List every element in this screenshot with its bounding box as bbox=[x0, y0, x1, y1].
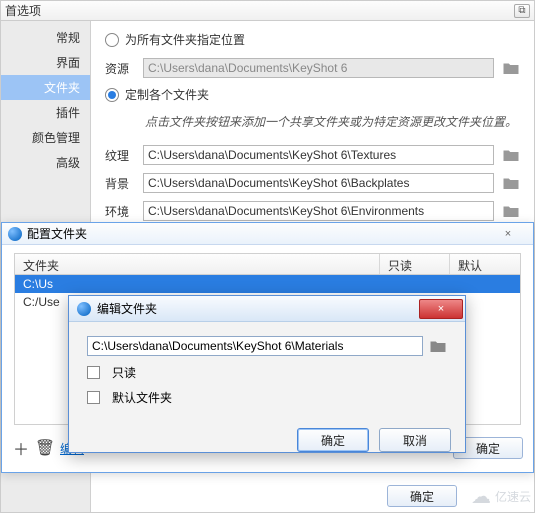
env-path[interactable] bbox=[143, 201, 494, 221]
folder-icon[interactable] bbox=[502, 147, 520, 163]
config-title: 配置文件夹 bbox=[27, 225, 87, 242]
sidebar-item-folders[interactable]: 文件夹 bbox=[1, 75, 90, 100]
background-label: 背景 bbox=[105, 175, 135, 192]
trash-icon[interactable]: 🗑 bbox=[36, 439, 54, 457]
sidebar-item-color[interactable]: 颜色管理 bbox=[1, 125, 90, 150]
sidebar-item-interface[interactable]: 界面 bbox=[1, 50, 90, 75]
folder-icon[interactable] bbox=[429, 338, 447, 354]
edit-folder-dialog: 编辑文件夹 × 只读 默认文件夹 确定 取消 bbox=[68, 295, 466, 453]
default-checkbox[interactable] bbox=[87, 391, 100, 404]
edit-ok-button[interactable]: 确定 bbox=[297, 428, 369, 452]
folder-list-header: 文件夹 只读 默认 bbox=[14, 253, 521, 275]
sidebar-item-general[interactable]: 常规 bbox=[1, 25, 90, 50]
radio-custom-label: 定制各个文件夹 bbox=[125, 86, 209, 103]
app-icon bbox=[77, 302, 91, 316]
edit-cancel-button[interactable]: 取消 bbox=[379, 428, 451, 452]
folder-icon[interactable] bbox=[502, 203, 520, 219]
radio-custom-folders[interactable] bbox=[105, 88, 119, 102]
list-item[interactable]: C:\Us bbox=[15, 275, 520, 293]
sidebar-item-plugins[interactable]: 插件 bbox=[1, 100, 90, 125]
edit-title-bar[interactable]: 编辑文件夹 × bbox=[69, 296, 465, 322]
radio-all-folders[interactable] bbox=[105, 33, 119, 47]
custom-hint: 点击文件夹按钮来添加一个共享文件夹或为特定资源更改文件夹位置。 bbox=[145, 113, 520, 131]
config-title-bar: 配置文件夹 × bbox=[2, 223, 533, 245]
radio-all-label: 为所有文件夹指定位置 bbox=[125, 31, 245, 48]
sidebar-item-advanced[interactable]: 高级 bbox=[1, 150, 90, 175]
add-icon[interactable]: ＋ bbox=[12, 439, 30, 457]
texture-label: 纹理 bbox=[105, 147, 135, 164]
resource-path bbox=[143, 58, 494, 78]
resource-label: 资源 bbox=[105, 60, 135, 77]
pref-title: 首选项 bbox=[5, 2, 41, 19]
page-ok-button[interactable]: 确定 bbox=[387, 485, 457, 507]
col-folder[interactable]: 文件夹 bbox=[15, 254, 380, 274]
env-label: 环境 bbox=[105, 203, 135, 220]
pref-close-icon[interactable]: ⧉ bbox=[514, 4, 530, 18]
app-icon bbox=[8, 227, 22, 241]
edit-path-input[interactable] bbox=[87, 336, 423, 356]
config-close-icon[interactable]: × bbox=[489, 226, 527, 242]
texture-path[interactable] bbox=[143, 145, 494, 165]
pref-title-bar: 首选项 ⧉ bbox=[1, 1, 534, 21]
background-path[interactable] bbox=[143, 173, 494, 193]
close-icon[interactable]: × bbox=[419, 299, 463, 319]
edit-title: 编辑文件夹 bbox=[97, 300, 157, 317]
folder-icon[interactable] bbox=[502, 175, 520, 191]
col-readonly[interactable]: 只读 bbox=[380, 254, 450, 274]
readonly-checkbox[interactable] bbox=[87, 366, 100, 379]
readonly-label: 只读 bbox=[112, 364, 136, 381]
default-label: 默认文件夹 bbox=[112, 389, 172, 406]
folder-icon[interactable] bbox=[502, 60, 520, 76]
col-default[interactable]: 默认 bbox=[450, 254, 520, 274]
